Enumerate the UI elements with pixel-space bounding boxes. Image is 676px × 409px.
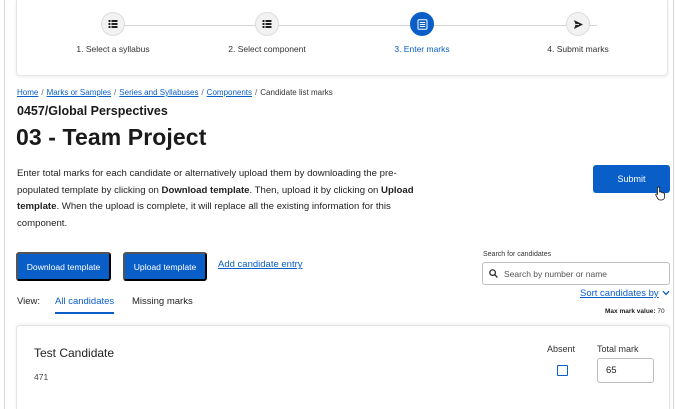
step-enter-marks[interactable]: 3. Enter marks [342,12,502,54]
breadcrumb-separator: / [114,88,117,97]
breadcrumb-marks-or-samples[interactable]: Marks or Samples [47,88,111,97]
breadcrumb-separator: / [255,88,258,97]
page-title: 03 - Team Project [16,124,207,150]
sort-candidates-dropdown[interactable]: Sort candidates by [580,288,670,299]
list-icon [255,12,279,36]
chevron-down-icon [662,290,670,296]
breadcrumb: Home / Marks or Samples / Series and Syllabu… [17,88,333,97]
step-submit-marks[interactable]: 4. Submit marks [498,12,658,54]
breadcrumb-separator: / [201,88,204,97]
breadcrumb-home[interactable]: Home [17,88,38,97]
list-icon [101,12,125,36]
candidate-card: Test Candidate 471 Absent Total mark [16,325,670,409]
absent-checkbox[interactable] [557,365,568,376]
candidate-name: Test Candidate [34,346,115,360]
tab-missing-marks[interactable]: Missing marks [132,296,193,307]
download-template-button[interactable]: Download template [16,252,111,281]
candidate-number: 471 [34,372,49,382]
step-select-syllabus[interactable]: 1. Select a syllabus [33,12,193,54]
hand-cursor-icon [655,186,665,201]
breadcrumb-separator: / [41,88,44,97]
syllabus-code: 0457/Global Perspectives [17,104,168,118]
total-mark-input[interactable] [597,358,654,383]
search-icon [489,269,498,278]
step-label: 3. Enter marks [394,44,450,54]
add-candidate-entry-link[interactable]: Add candidate entry [218,259,303,270]
view-label: View: [17,296,41,307]
search-input[interactable] [504,268,664,279]
step-label: 4. Submit marks [547,44,609,54]
form-icon [410,12,434,36]
breadcrumb-series-and-syllabuses[interactable]: Series and Syllabuses [119,88,198,97]
step-select-component[interactable]: 2. Select component [187,12,347,54]
absent-label: Absent [547,344,576,354]
progress-stepper: 1. Select a syllabus 2. Select component… [16,0,668,76]
step-label: 2. Select component [228,44,306,54]
step-label: 1. Select a syllabus [76,44,150,54]
breadcrumb-current: Candidate list marks [260,88,333,97]
breadcrumb-components[interactable]: Components [207,88,252,97]
send-icon [566,12,590,36]
tab-all-candidates[interactable]: All candidates [55,296,115,314]
upload-template-button[interactable]: Upload template [123,252,207,281]
search-field[interactable] [482,262,670,285]
search-label: Search for candidates [483,251,552,258]
max-mark-value: Max mark value: 70 [605,308,665,315]
total-mark-label: Total mark [597,344,639,354]
instructions-text: Enter total marks for each candidate or … [17,168,414,229]
